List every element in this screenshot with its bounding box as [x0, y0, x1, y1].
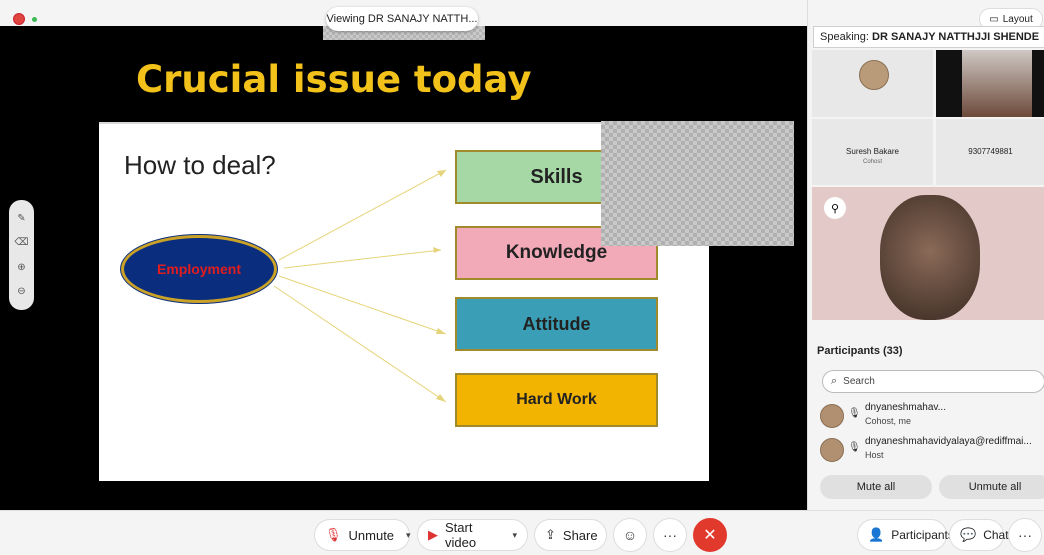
connection-status-icon	[32, 17, 37, 22]
annotate-icon[interactable]: ✎	[17, 213, 25, 224]
zoom-in-icon[interactable]: ⊕	[17, 262, 25, 273]
erase-icon[interactable]: ⌫	[14, 237, 28, 248]
video-off-icon: ▶	[428, 527, 438, 542]
avatar	[859, 60, 889, 90]
meeting-toolbar: 🎙 Unmute ▾ ▶ Start video ▾ ⇪ Share ☺ ···…	[0, 510, 1044, 555]
avatar	[820, 438, 844, 462]
tile-role: Cohost	[862, 159, 882, 165]
layout-label: Layout	[1002, 13, 1033, 25]
participant-tile-avatar[interactable]	[812, 50, 933, 117]
leave-meeting-button[interactable]: ✕	[693, 518, 727, 552]
close-icon: ✕	[703, 527, 717, 544]
video-feed	[880, 195, 980, 320]
share-label: Share	[562, 527, 598, 543]
overflow-button[interactable]: ···	[1008, 518, 1042, 552]
unmute-all-button[interactable]: Unmute all	[939, 475, 1044, 499]
participant-row[interactable]: 🎙 dnyaneshmahav... Cohost, me	[820, 402, 1044, 434]
shared-title: Crucial issue today	[136, 58, 532, 101]
shared-screen: Crucial issue today How to deal? Employm…	[0, 26, 807, 510]
recording-dot-icon	[13, 13, 25, 25]
knowledge-label: Knowledge	[505, 242, 608, 263]
skills-label: Skills	[530, 165, 583, 188]
reactions-button[interactable]: ☺	[613, 518, 647, 552]
share-button[interactable]: ⇪ Share	[534, 519, 607, 551]
muted-mic-icon: 🎙	[325, 527, 342, 542]
active-speaker-video[interactable]: ⚲	[812, 187, 1044, 320]
tile-name: Suresh Bakare	[846, 147, 899, 156]
start-video-button[interactable]: ▶ Start video ▾	[417, 519, 528, 551]
pin-button[interactable]: ⚲	[824, 197, 846, 219]
smiley-icon: ☺	[622, 527, 638, 543]
participant-name: dnyaneshmahav...	[865, 402, 946, 413]
employment-ellipse: Employment	[121, 235, 277, 303]
participant-tile[interactable]: 9307749881	[936, 119, 1044, 185]
zoom-toolbar: ✎ ⌫ ⊕ ⊖	[9, 200, 34, 310]
video-feed	[962, 50, 1032, 117]
right-panel: ▭ Layout Speaking: DR SANAJY NATTHJJI SH…	[807, 0, 1044, 510]
chat-label: Chat	[983, 528, 1009, 542]
layout-icon: ▭	[989, 13, 999, 25]
hard-work-box: Hard Work	[455, 373, 658, 427]
chat-icon: 💬	[960, 527, 977, 542]
participants-button[interactable]: 👤 Participants	[857, 519, 954, 551]
attitude-box: Attitude	[455, 297, 658, 351]
participant-row[interactable]: 🎙 dnyaneshmahavidyalaya@rediffmai... Hos…	[820, 436, 1044, 468]
participant-tile-video[interactable]	[936, 50, 1044, 117]
search-icon: ⌕	[831, 375, 838, 387]
participant-name: dnyaneshmahavidyalaya@rediffmai...	[865, 436, 1032, 447]
pin-icon: ⚲	[830, 202, 840, 215]
share-icon: ⇪	[545, 527, 556, 542]
more-label: ···	[663, 527, 677, 543]
participant-search-input[interactable]: ⌕ Search	[822, 370, 1044, 393]
attitude-label: Attitude	[522, 313, 591, 334]
overflow-label: ···	[1018, 527, 1032, 543]
tile-name: 9307749881	[968, 147, 1013, 156]
participant-role: Cohost, me	[865, 416, 912, 426]
person-icon: 👤	[868, 527, 885, 542]
muted-mic-icon: 🎙	[848, 408, 861, 419]
chevron-down-icon[interactable]: ▾	[512, 530, 517, 541]
participant-role: Host	[865, 450, 884, 460]
hard-work-label: Hard Work	[516, 391, 597, 408]
more-button[interactable]: ···	[653, 518, 687, 552]
start-video-label: Start video	[445, 520, 477, 550]
search-placeholder: Search	[843, 376, 875, 387]
participants-header: Participants (33)	[817, 345, 903, 357]
transparency-block	[601, 121, 794, 246]
mute-all-button[interactable]: Mute all	[820, 475, 932, 499]
speaking-name: DR SANAJY NATTHJJI SHENDE	[872, 31, 1040, 43]
chat-button[interactable]: 💬 Chat	[949, 519, 1009, 551]
unmute-label: Unmute	[348, 527, 395, 543]
muted-mic-icon: 🎙	[848, 442, 861, 453]
employment-label: Employment	[156, 261, 241, 277]
chevron-down-icon[interactable]: ▾	[406, 530, 411, 541]
viewing-indicator[interactable]: Viewing DR SANAJY NATTH...	[326, 7, 478, 31]
zoom-out-icon[interactable]: ⊖	[17, 286, 25, 297]
unmute-button[interactable]: 🎙 Unmute ▾	[314, 519, 411, 551]
slide-heading: How to deal?	[124, 150, 276, 180]
participant-tile[interactable]: Suresh Bakare Cohost	[812, 119, 933, 185]
speaking-indicator: Speaking: DR SANAJY NATTHJJI SHENDE	[813, 26, 1044, 48]
participants-label: Participants	[891, 528, 954, 542]
avatar	[820, 404, 844, 428]
speaking-prefix: Speaking:	[820, 31, 869, 43]
